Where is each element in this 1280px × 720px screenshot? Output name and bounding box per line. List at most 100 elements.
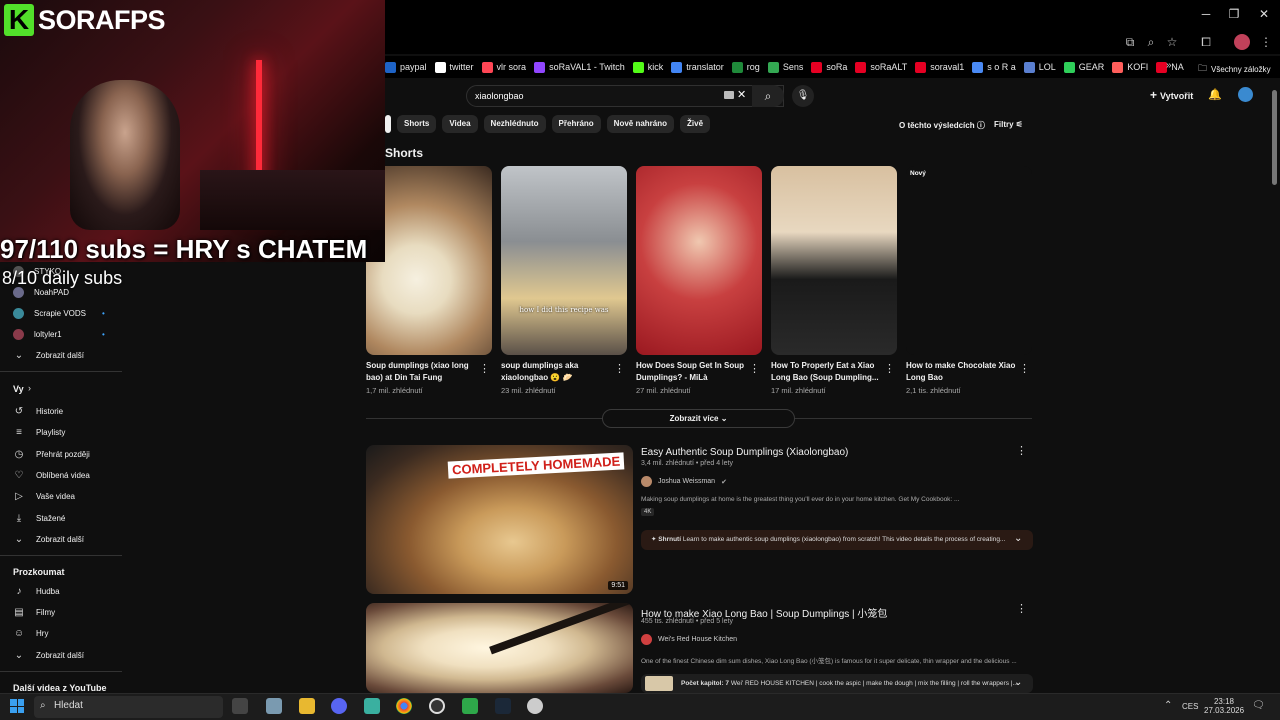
- sidebar-item[interactable]: ♪ Hudba: [12, 586, 60, 597]
- sidebar-item[interactable]: ☺ Hry: [12, 628, 49, 639]
- video-title[interactable]: Easy Authentic Soup Dumplings (Xiaolongb…: [641, 447, 848, 458]
- short-thumbnail[interactable]: Nový: [906, 166, 1032, 355]
- bookmark-item[interactable]: soRaALT: [855, 61, 907, 73]
- sidebar-item[interactable]: ◷ Přehrát později: [12, 449, 90, 460]
- voice-search-button[interactable]: 🎙: [792, 85, 814, 107]
- video-thumbnail[interactable]: [366, 603, 633, 693]
- task-view-icon[interactable]: [232, 698, 248, 714]
- install-app-icon[interactable]: ⧉: [1122, 34, 1138, 50]
- bookmark-item[interactable]: GEAR: [1063, 61, 1104, 73]
- clock[interactable]: 23:18 27.03.2026: [1204, 697, 1244, 715]
- filter-chip[interactable]: Nezhlédnuto: [483, 115, 546, 133]
- short-title[interactable]: How to make Chocolate Xiao Long Bao: [906, 360, 1016, 384]
- chrome-icon[interactable]: [396, 698, 412, 714]
- tray-chevron-icon[interactable]: ⌃: [1164, 700, 1172, 711]
- filter-chip[interactable]: Nově nahráno: [606, 115, 675, 133]
- bookmark-item[interactable]: rog: [731, 61, 760, 73]
- filters-button[interactable]: Filtry ⚟: [994, 120, 1023, 129]
- sidebar-item[interactable]: ▷ Vaše videa: [12, 491, 75, 502]
- chapters-summary[interactable]: Počet kapitol: 7 Wei' RED HOUSE KITCHEN …: [641, 674, 1033, 693]
- browser-menu-icon[interactable]: ⋮: [1258, 34, 1274, 50]
- sidebar-item[interactable]: ↺ Historie: [12, 406, 63, 417]
- short-menu-icon[interactable]: ⋮: [479, 362, 490, 375]
- bookmark-item[interactable]: s o R a: [972, 61, 1016, 73]
- channel-link[interactable]: Joshua Weissman ✔: [641, 476, 727, 487]
- app-icon[interactable]: [527, 698, 543, 714]
- bookmark-item[interactable]: translator: [671, 61, 724, 73]
- keyboard-icon[interactable]: [724, 91, 734, 99]
- bookmark-item[interactable]: twitter: [434, 61, 474, 73]
- short-menu-icon[interactable]: ⋮: [614, 362, 625, 375]
- summary-chevron-icon[interactable]: ⌄: [1014, 533, 1022, 544]
- bookmark-item[interactable]: KOFI: [1112, 61, 1148, 73]
- short-thumbnail[interactable]: how I did this recipe was: [501, 166, 627, 355]
- short-thumbnail[interactable]: [636, 166, 762, 355]
- filter-chip[interactable]: Přehráno: [551, 115, 601, 133]
- create-button[interactable]: + Vytvořit: [1150, 88, 1193, 102]
- search-button[interactable]: ⌕: [752, 85, 784, 107]
- chapters-chevron-icon[interactable]: ⌄: [1014, 677, 1022, 688]
- language-indicator[interactable]: CES: [1182, 702, 1198, 711]
- extensions-icon[interactable]: ⧠: [1198, 34, 1214, 50]
- short-menu-icon[interactable]: ⋮: [1019, 362, 1030, 375]
- restore-icon[interactable]: ❐: [1224, 6, 1244, 22]
- sidebar-item[interactable]: ♡ Oblíbená videa: [12, 470, 90, 481]
- close-window-icon[interactable]: ✕: [1254, 6, 1274, 22]
- sidebar-item[interactable]: ≡ Playlisty: [12, 427, 65, 438]
- taskbar-search[interactable]: ⌕ Hledat: [34, 696, 223, 718]
- sidebar-item[interactable]: ⌄ Zobrazit další: [12, 534, 84, 545]
- bookmark-item[interactable]: kick: [632, 61, 663, 73]
- bookmark-item[interactable]: paypal: [385, 61, 427, 73]
- short-title[interactable]: Soup dumplings (xiao long bao) at Din Ta…: [366, 360, 476, 384]
- filter-chip[interactable]: Videa: [442, 115, 478, 133]
- video-menu-icon[interactable]: ⋮: [1016, 602, 1027, 615]
- app-icon[interactable]: [462, 698, 478, 714]
- app-icon[interactable]: [266, 698, 282, 714]
- notification-center-icon[interactable]: 🗨: [1252, 700, 1265, 711]
- bookmark-item[interactable]: soRaVAL1 - Twitch: [534, 61, 625, 73]
- short-menu-icon[interactable]: ⋮: [749, 362, 760, 375]
- file-explorer-icon[interactable]: [299, 698, 315, 714]
- minimize-icon[interactable]: ─: [1196, 6, 1216, 22]
- sidebar-item[interactable]: ⌄ Zobrazit další: [12, 650, 84, 661]
- page-scrollbar[interactable]: [1272, 90, 1277, 185]
- bookmark-star-icon[interactable]: ☆: [1164, 34, 1180, 50]
- sidebar-item[interactable]: loltyler1 •: [12, 329, 105, 340]
- bookmark-item[interactable]: soraval1: [915, 61, 964, 73]
- profile-avatar-icon[interactable]: [1234, 34, 1250, 50]
- sidebar-section-you[interactable]: Vy: [13, 384, 24, 394]
- video-thumbnail[interactable]: COMPLETELY HOMEMADE 9:51: [366, 445, 633, 594]
- steam-icon[interactable]: [495, 698, 511, 714]
- short-menu-icon[interactable]: ⋮: [884, 362, 895, 375]
- short-thumbnail[interactable]: [771, 166, 897, 355]
- short-title[interactable]: soup dumplings aka xiaolongbao 😮 🥟: [501, 360, 611, 384]
- windows-start-icon[interactable]: [10, 699, 24, 713]
- bookmark-item[interactable]: vlr sora: [481, 61, 526, 73]
- sidebar-item[interactable]: ⤓ Stažené: [12, 513, 66, 524]
- bookmark-item[interactable]: soRa: [811, 61, 847, 73]
- zoom-icon[interactable]: ⌕: [1143, 34, 1159, 50]
- bookmark-item[interactable]: LOL: [1023, 61, 1056, 73]
- channel-link[interactable]: Wei's Red House Kitchen: [641, 634, 737, 645]
- about-results[interactable]: O těchto výsledcích ⓘ: [899, 120, 985, 131]
- sidebar-item[interactable]: ⌄ Zobrazit další: [12, 350, 84, 361]
- app-icon[interactable]: [364, 698, 380, 714]
- video-menu-icon[interactable]: ⋮: [1016, 444, 1027, 457]
- sidebar-item[interactable]: Scrapie VODS •: [12, 308, 105, 319]
- clear-search-icon[interactable]: ✕: [737, 88, 746, 101]
- account-avatar[interactable]: [1238, 87, 1253, 102]
- discord-icon[interactable]: [331, 698, 347, 714]
- all-bookmarks[interactable]: 🗀 Všechny záložky: [1198, 61, 1271, 77]
- notifications-bell-icon[interactable]: 🔔: [1208, 88, 1222, 101]
- show-more-button[interactable]: Zobrazit více ⌄: [602, 409, 795, 428]
- ai-summary[interactable]: ✦ Shrnutí Learn to make authentic soup d…: [641, 530, 1033, 550]
- chip-all[interactable]: [385, 115, 391, 133]
- short-title[interactable]: How To Properly Eat a Xiao Long Bao (Sou…: [771, 360, 881, 384]
- filter-chip[interactable]: Živě: [680, 115, 711, 133]
- obs-icon[interactable]: [429, 698, 445, 714]
- filter-chip[interactable]: Shorts: [397, 115, 437, 133]
- short-title[interactable]: How Does Soup Get In Soup Dumplings? - M…: [636, 360, 746, 384]
- bookmark-item[interactable]: Sens: [767, 61, 803, 73]
- bookmarks-more-icon[interactable]: »: [1166, 60, 1172, 71]
- sidebar-item[interactable]: ▤ Filmy: [12, 607, 55, 618]
